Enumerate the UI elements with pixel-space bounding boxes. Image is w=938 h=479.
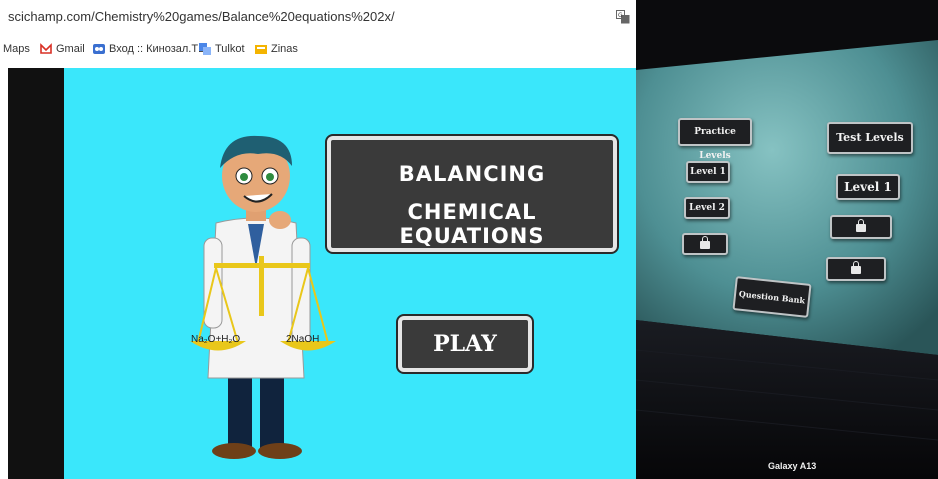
bookmark-label: Вход :: Кинозал.ТВ bbox=[109, 43, 206, 55]
test-levels-button[interactable]: Test Levels bbox=[827, 122, 913, 154]
scale-left-label: Na₂O+H₂O bbox=[191, 334, 241, 345]
practice-locked-level-button[interactable] bbox=[682, 233, 728, 255]
bookmark-zinas[interactable]: Zinas bbox=[255, 43, 298, 55]
game-title-panel: BALANCING CHEMICAL EQUATIONS bbox=[327, 136, 617, 252]
practice-levels-button[interactable]: Practice Levels bbox=[678, 118, 752, 161]
bookmark-tulkot[interactable]: Tulkot bbox=[199, 43, 245, 55]
news-icon bbox=[255, 45, 267, 54]
bookmark-kinozal[interactable]: Вход :: Кинозал.ТВ bbox=[93, 43, 205, 55]
test-locked-level-2-button[interactable] bbox=[830, 215, 892, 239]
game-viewport: Na₂O+H₂O 2NaOH BALANCING CHEMICAL EQUATI… bbox=[8, 68, 636, 479]
lock-icon bbox=[700, 236, 710, 249]
title-line-2: CHEMICAL EQUATIONS bbox=[399, 200, 545, 248]
game-canvas: Na₂O+H₂O 2NaOH BALANCING CHEMICAL EQUATI… bbox=[64, 68, 636, 479]
test-locked-level-3-button[interactable] bbox=[826, 257, 886, 281]
translate-icon bbox=[199, 43, 211, 55]
bookmark-maps[interactable]: Maps bbox=[3, 43, 30, 55]
kinozal-icon bbox=[93, 44, 105, 54]
play-button[interactable]: PLAY bbox=[398, 316, 532, 372]
scale-right-label: 2NaOH bbox=[286, 334, 320, 345]
phone-photo: Practice Levels Test Levels Level 1 Leve… bbox=[636, 0, 938, 479]
lock-icon bbox=[856, 219, 866, 232]
gmail-icon bbox=[40, 43, 52, 54]
test-level-1-button[interactable]: Level 1 bbox=[836, 174, 900, 200]
browser-window: scichamp.com/Chemistry%20games/Balance%2… bbox=[0, 0, 636, 479]
url-text[interactable]: scichamp.com/Chemistry%20games/Balance%2… bbox=[8, 9, 395, 24]
lock-icon bbox=[851, 261, 861, 274]
camera-watermark: Galaxy A13 bbox=[768, 461, 817, 471]
bookmark-label: Tulkot bbox=[215, 43, 245, 55]
bookmark-gmail[interactable]: Gmail bbox=[40, 43, 85, 55]
practice-level-2-button[interactable]: Level 2 bbox=[684, 197, 730, 219]
title-line-1: BALANCING bbox=[398, 162, 546, 186]
practice-level-1-button[interactable]: Level 1 bbox=[686, 161, 730, 183]
bookmark-label: Zinas bbox=[271, 43, 298, 55]
svg-text:G: G bbox=[618, 12, 623, 19]
bookmark-label: Maps bbox=[3, 43, 30, 55]
bookmarks-bar: Maps Gmail Вход :: Кинозал.ТВ Tulkot Zin… bbox=[0, 40, 636, 62]
address-bar[interactable]: scichamp.com/Chemistry%20games/Balance%2… bbox=[0, 0, 636, 36]
scientist-illustration bbox=[190, 135, 336, 459]
translate-icon[interactable]: G bbox=[616, 10, 630, 24]
bookmark-label: Gmail bbox=[56, 43, 85, 55]
